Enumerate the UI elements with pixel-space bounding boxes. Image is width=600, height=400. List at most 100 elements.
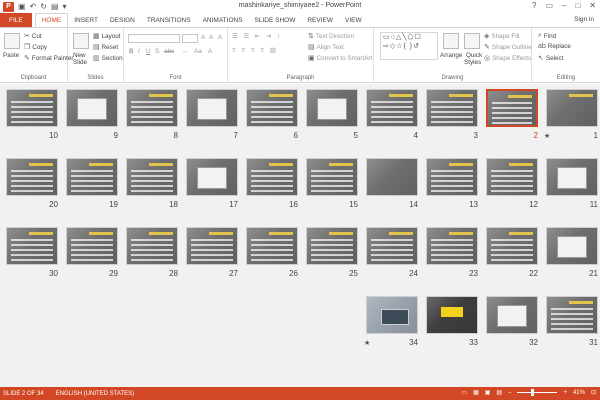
- close-button[interactable]: ✕: [589, 1, 596, 10]
- slide-thumbnail[interactable]: [306, 89, 358, 127]
- maximize-button[interactable]: □: [575, 1, 580, 10]
- start-slideshow-icon[interactable]: ▤: [51, 2, 59, 11]
- slide-thumbnail[interactable]: [486, 158, 538, 196]
- slide-thumbnail[interactable]: [186, 227, 238, 265]
- slide-thumbnail[interactable]: [186, 89, 238, 127]
- underline-button[interactable]: U: [146, 48, 151, 55]
- select-button[interactable]: ↖ Select: [538, 54, 563, 63]
- shrink-font-button[interactable]: A: [209, 34, 213, 41]
- slide-thumbnail[interactable]: [6, 158, 58, 196]
- slide-thumbnail[interactable]: [306, 227, 358, 265]
- tab-design[interactable]: DESIGN: [104, 13, 141, 27]
- font-color-icon[interactable]: A: [208, 48, 212, 55]
- tab-transitions[interactable]: TRANSITIONS: [141, 13, 197, 27]
- tab-insert[interactable]: INSERT: [68, 13, 104, 27]
- slide-thumbnail[interactable]: [126, 89, 178, 127]
- sign-in-link[interactable]: Sign in: [574, 16, 594, 23]
- slide-thumbnail[interactable]: [426, 227, 478, 265]
- slide-thumbnail[interactable]: [186, 158, 238, 196]
- shape-outline-button[interactable]: ✎ Shape Outline: [484, 43, 532, 52]
- slide-thumbnail[interactable]: [66, 227, 118, 265]
- slide-thumbnail[interactable]: [486, 89, 538, 127]
- new-slide-button-bottom[interactable]: Slide: [73, 59, 87, 66]
- clear-format-button[interactable]: A: [218, 34, 222, 41]
- align-buttons-icon[interactable]: ≡ ≡ ≡ ≡ ▥: [232, 47, 278, 54]
- slide-thumbnail[interactable]: [486, 296, 538, 334]
- tab-file[interactable]: FILE: [0, 13, 32, 27]
- slide-thumbnail[interactable]: [546, 158, 598, 196]
- cut-button[interactable]: ✂ Cut: [24, 32, 42, 41]
- zoom-level[interactable]: 41%: [573, 390, 585, 396]
- undo-icon[interactable]: ↶: [30, 2, 37, 11]
- slide-thumbnail[interactable]: [6, 227, 58, 265]
- tab-slide-show[interactable]: SLIDE SHOW: [249, 13, 302, 27]
- italic-button[interactable]: I: [138, 48, 140, 55]
- layout-button[interactable]: ▦ Layout: [93, 32, 121, 41]
- slide-thumbnail[interactable]: [366, 158, 418, 196]
- shape-effects-button[interactable]: ◎ Shape Effects: [484, 54, 531, 63]
- fit-slide-icon[interactable]: ⊡: [591, 389, 596, 396]
- tab-home[interactable]: HOME: [34, 13, 69, 27]
- slide-thumbnail[interactable]: [66, 89, 118, 127]
- slide-thumbnail[interactable]: [246, 89, 298, 127]
- zoom-slider[interactable]: [517, 389, 558, 396]
- zoom-out-icon[interactable]: –: [508, 390, 511, 396]
- ribbon-display-button[interactable]: ▭: [545, 1, 553, 10]
- text-direction-button[interactable]: ⇅ Text Direction: [308, 32, 354, 41]
- slide-thumbnail[interactable]: [126, 158, 178, 196]
- slide-thumbnail[interactable]: [366, 89, 418, 127]
- reset-button[interactable]: ▤ Reset: [93, 43, 118, 52]
- slide-thumbnail[interactable]: [126, 227, 178, 265]
- tab-animations[interactable]: ANIMATIONS: [197, 13, 249, 27]
- paste-button[interactable]: Paste: [3, 52, 19, 59]
- slide-thumbnail[interactable]: [306, 158, 358, 196]
- slideshow-view-icon[interactable]: ▤: [496, 389, 502, 396]
- slide-thumbnail[interactable]: [486, 227, 538, 265]
- slide-thumbnail[interactable]: [546, 89, 598, 127]
- reading-view-icon[interactable]: ▣: [485, 389, 491, 396]
- slide-thumbnail[interactable]: [66, 158, 118, 196]
- slide-thumbnail[interactable]: [426, 158, 478, 196]
- tab-review[interactable]: REVIEW: [301, 13, 339, 27]
- save-icon[interactable]: ▣: [18, 2, 26, 11]
- language-status[interactable]: ENGLISH (UNITED STATES): [56, 391, 134, 397]
- strikethrough-button[interactable]: abc: [164, 48, 174, 55]
- quick-styles-button-bottom[interactable]: Styles: [464, 59, 481, 66]
- transition-star-icon[interactable]: ★: [364, 339, 370, 347]
- convert-smartart-button[interactable]: ▣ Convert to SmartArt: [308, 54, 372, 63]
- slide-thumbnail[interactable]: [366, 227, 418, 265]
- font-name-box[interactable]: [128, 34, 180, 43]
- slide-thumbnail[interactable]: [546, 227, 598, 265]
- list-buttons-icon[interactable]: ☰ ☰ ⇤ ⇥ ↕: [232, 33, 282, 40]
- tab-view[interactable]: VIEW: [339, 13, 368, 27]
- change-case-icon[interactable]: Aa: [194, 48, 202, 55]
- arrange-button[interactable]: Arrange: [440, 52, 462, 59]
- slide-thumbnail[interactable]: [6, 89, 58, 127]
- quick-styles-button-top[interactable]: Quick: [466, 52, 482, 59]
- slide-thumbnail[interactable]: [426, 89, 478, 127]
- normal-view-icon[interactable]: ▭: [461, 389, 467, 396]
- format-painter-button[interactable]: ✎ Format Painter: [24, 54, 74, 63]
- shadow-button[interactable]: S: [155, 48, 159, 55]
- bold-button[interactable]: B: [129, 48, 134, 55]
- slide-thumbnail[interactable]: [246, 227, 298, 265]
- redo-icon[interactable]: ↻: [40, 2, 47, 11]
- replace-button[interactable]: ab Replace: [538, 43, 571, 50]
- section-button[interactable]: ▥ Section: [93, 54, 123, 63]
- minimize-button[interactable]: –: [562, 1, 566, 10]
- customize-toolbar-icon[interactable]: ▾: [63, 2, 67, 11]
- slide-thumbnail[interactable]: [246, 158, 298, 196]
- char-spacing-icon[interactable]: ↔: [182, 48, 188, 55]
- grow-font-button[interactable]: A: [201, 34, 205, 41]
- new-slide-button-top[interactable]: New: [73, 52, 86, 59]
- slide-thumbnail[interactable]: [426, 296, 478, 334]
- slide-thumbnail[interactable]: [546, 296, 598, 334]
- font-size-box[interactable]: [182, 34, 198, 43]
- zoom-in-icon[interactable]: +: [563, 390, 567, 396]
- slide-sorter-view-icon[interactable]: ▦: [473, 389, 479, 396]
- slide-thumbnail[interactable]: [366, 296, 418, 334]
- shape-fill-button[interactable]: ◈ Shape Fill: [484, 32, 519, 41]
- align-text-button[interactable]: ▤ Align Text: [308, 43, 344, 52]
- find-button[interactable]: ⌕ Find: [538, 32, 556, 40]
- help-button[interactable]: ?: [532, 1, 536, 10]
